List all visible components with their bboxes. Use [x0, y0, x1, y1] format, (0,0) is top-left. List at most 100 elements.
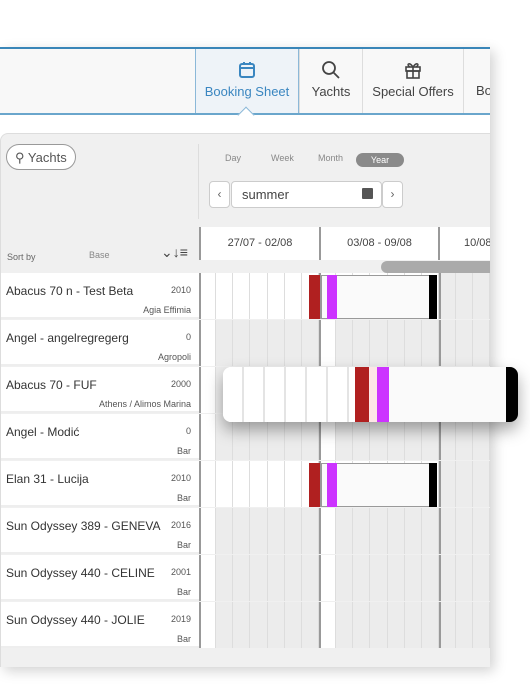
yacht-row[interactable]: Elan 31 - Lucija 2010 Bar: [1, 461, 199, 507]
yacht-row[interactable]: Sun Odyssey 389 - GENEVA 2016 Bar: [1, 508, 199, 554]
calendar-cell[interactable]: [439, 461, 457, 507]
calendar-cell[interactable]: [199, 602, 217, 648]
calendar-cell[interactable]: [267, 555, 285, 601]
calendar-cell[interactable]: [473, 555, 490, 601]
calendar-cell[interactable]: [456, 602, 474, 648]
calendar-cell[interactable]: [473, 602, 490, 648]
calendar-cell[interactable]: [250, 555, 268, 601]
calendar-cell[interactable]: [336, 320, 354, 366]
checkout-block[interactable]: [506, 367, 518, 422]
tab-booking-sheet[interactable]: Booking Sheet: [195, 49, 299, 124]
checkout-block[interactable]: [429, 275, 437, 319]
option-block[interactable]: [309, 463, 320, 507]
booking-block[interactable]: [321, 275, 437, 319]
calendar-cell[interactable]: [370, 320, 388, 366]
calendar-cell[interactable]: [439, 273, 457, 319]
calendar-cell[interactable]: [473, 508, 490, 554]
calendar-cell[interactable]: [301, 602, 319, 648]
calendar-cell[interactable]: [250, 461, 268, 507]
option-block[interactable]: [355, 367, 369, 422]
calendar-cell[interactable]: [319, 508, 337, 554]
calendar-cell[interactable]: [233, 602, 251, 648]
calendar-cell[interactable]: [284, 555, 302, 601]
calendar-cell[interactable]: [250, 602, 268, 648]
calendar-cell[interactable]: [233, 461, 251, 507]
yacht-row[interactable]: Abacus 70 - FUF 2000 Athens / Alimos Marin…: [1, 367, 199, 413]
calendar-cell[interactable]: [216, 461, 234, 507]
calendar-cell[interactable]: [456, 555, 474, 601]
calendar-cell[interactable]: [319, 555, 337, 601]
checkout-block[interactable]: [429, 463, 437, 507]
calendar-cell[interactable]: [387, 555, 405, 601]
calendar-cell[interactable]: [284, 320, 302, 366]
calendar-cell[interactable]: [387, 602, 405, 648]
calendar-cell[interactable]: [199, 320, 217, 366]
calendar-cell[interactable]: [284, 602, 302, 648]
calendar-cell[interactable]: [336, 555, 354, 601]
calendar-cell[interactable]: [233, 555, 251, 601]
calendar-cell[interactable]: [319, 320, 337, 366]
calendar-cell[interactable]: [233, 320, 251, 366]
calendar-cell[interactable]: [404, 555, 422, 601]
calendar-cell[interactable]: [473, 320, 490, 366]
calendar-cell[interactable]: [199, 461, 217, 507]
yacht-row[interactable]: Sun Odyssey 440 - JOLIE 2019 Bar: [1, 602, 199, 648]
calendar-cell[interactable]: [301, 508, 319, 554]
view-day[interactable]: Day: [225, 153, 241, 163]
calendar-cell[interactable]: [336, 602, 354, 648]
calendar-cell[interactable]: [336, 508, 354, 554]
calendar-cell[interactable]: [233, 273, 251, 319]
yacht-row[interactable]: Angel - angelregregerg 0 Agropoli: [1, 320, 199, 366]
calendar-cell[interactable]: [421, 320, 439, 366]
yacht-row[interactable]: Abacus 70 n - Test Beta 2010 Agia Effimia: [1, 273, 199, 319]
booking-block[interactable]: [321, 463, 437, 507]
view-month[interactable]: Month: [318, 153, 343, 163]
calendar-cell[interactable]: [421, 508, 439, 554]
calendar-cell[interactable]: [439, 555, 457, 601]
calendar-cell[interactable]: [284, 508, 302, 554]
calendar-cell[interactable]: [267, 273, 285, 319]
calendar-cell[interactable]: [301, 555, 319, 601]
calendar-icon[interactable]: [362, 188, 373, 199]
calendar-cell[interactable]: [250, 320, 268, 366]
yacht-search-button[interactable]: ⚲ Yachts: [6, 144, 76, 170]
calendar-cell[interactable]: [370, 555, 388, 601]
calendar-cell[interactable]: [250, 273, 268, 319]
calendar-cell[interactable]: [284, 461, 302, 507]
sort-direction-icon[interactable]: ⌄↓≡: [161, 244, 188, 261]
sort-field-select[interactable]: Base: [89, 250, 110, 260]
calendar-cell[interactable]: [284, 273, 302, 319]
calendar-cell[interactable]: [250, 508, 268, 554]
calendar-cell[interactable]: [456, 508, 474, 554]
calendar-cell[interactable]: [353, 555, 371, 601]
checkin-block[interactable]: [327, 275, 337, 319]
calendar-cell[interactable]: [301, 320, 319, 366]
booking-block[interactable]: [389, 367, 506, 422]
calendar-cell[interactable]: [404, 320, 422, 366]
calendar-cell[interactable]: [233, 508, 251, 554]
calendar-cell[interactable]: [439, 508, 457, 554]
calendar-cell[interactable]: [370, 602, 388, 648]
calendar-cell[interactable]: [439, 320, 457, 366]
period-input[interactable]: summer: [231, 181, 382, 208]
calendar-cell[interactable]: [199, 508, 217, 554]
calendar-cell[interactable]: [267, 320, 285, 366]
calendar-cell[interactable]: [421, 602, 439, 648]
calendar-cell[interactable]: [199, 414, 217, 460]
tab-bookings[interactable]: Bo: [463, 49, 490, 113]
calendar-cell[interactable]: [439, 602, 457, 648]
calendar-cell[interactable]: [267, 508, 285, 554]
next-period-button[interactable]: ›: [382, 181, 403, 208]
calendar-cell[interactable]: [456, 461, 474, 507]
calendar-cell[interactable]: [353, 508, 371, 554]
calendar-cell[interactable]: [216, 320, 234, 366]
calendar-cell[interactable]: [404, 508, 422, 554]
view-week[interactable]: Week: [271, 153, 294, 163]
calendar-cell[interactable]: [199, 367, 217, 413]
calendar-cell[interactable]: [404, 602, 422, 648]
checkin-block[interactable]: [327, 463, 337, 507]
calendar-cell[interactable]: [456, 273, 474, 319]
prev-period-button[interactable]: ‹: [209, 181, 230, 208]
calendar-cell[interactable]: [387, 320, 405, 366]
yacht-row[interactable]: Angel - Modić 0 Bar: [1, 414, 199, 460]
